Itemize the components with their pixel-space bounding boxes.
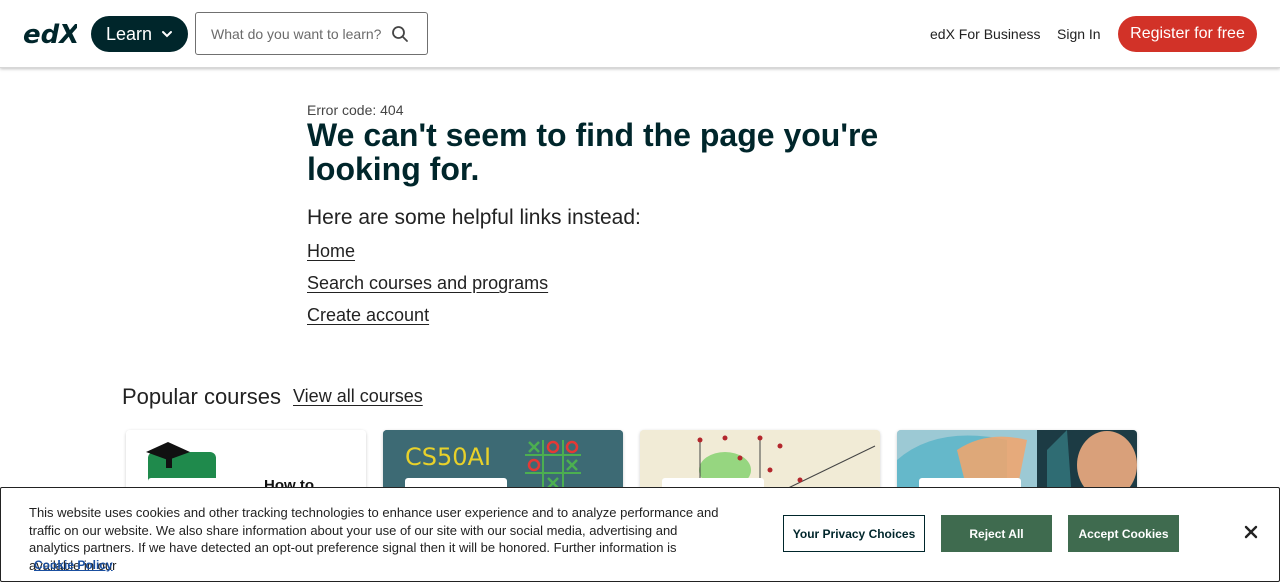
accept-cookies-button[interactable]: Accept Cookies <box>1068 515 1179 552</box>
popular-courses-heading: Popular courses <box>122 384 281 409</box>
privacy-choices-button[interactable]: Your Privacy Choices <box>783 515 925 552</box>
learn-label: Learn <box>106 23 153 44</box>
home-link[interactable]: Home <box>307 241 355 262</box>
logo-text: edX <box>23 20 77 50</box>
edx-logo[interactable]: edX <box>21 18 81 52</box>
cookie-text: This website uses cookies and other trac… <box>29 505 719 573</box>
search-courses-link[interactable]: Search courses and programs <box>307 273 548 294</box>
sign-in-link[interactable]: Sign In <box>1057 26 1101 42</box>
cookie-banner: This website uses cookies and other trac… <box>0 487 1280 582</box>
edx-for-business-link[interactable]: edX For Business <box>930 26 1041 42</box>
search-box <box>195 12 428 55</box>
search-input[interactable] <box>211 24 386 44</box>
register-button[interactable]: Register for free <box>1118 16 1257 52</box>
card-text: CS50AI <box>405 443 491 471</box>
learn-menu-button[interactable]: Learn <box>91 16 188 52</box>
page-title: We can't seem to find the page you're lo… <box>307 117 879 187</box>
reject-all-button[interactable]: Reject All <box>941 515 1052 552</box>
chevron-down-icon <box>162 31 172 38</box>
site-header: edX Learn edX For Business Sign In Regis… <box>0 0 1280 68</box>
create-account-link[interactable]: Create account <box>307 305 429 326</box>
cookie-policy-link[interactable]: Cookie Policy <box>34 558 113 572</box>
close-icon[interactable] <box>1243 524 1259 540</box>
helpful-links-heading: Here are some helpful links instead: <box>307 206 641 229</box>
search-icon[interactable] <box>391 25 409 43</box>
error-code: Error code: 404 <box>307 102 404 118</box>
view-all-courses-link[interactable]: View all courses <box>293 386 423 407</box>
